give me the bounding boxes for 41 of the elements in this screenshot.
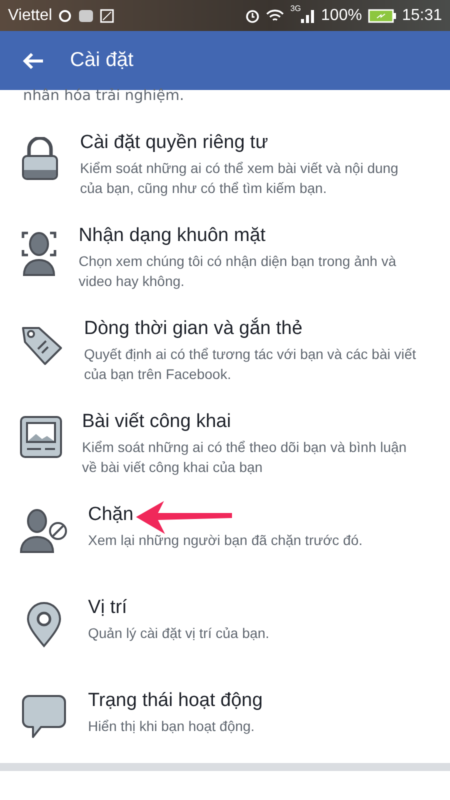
item-description: Chọn xem chúng tôi có nhận diện bạn trong ảnh và video hay không. [78, 252, 398, 291]
item-description: Quyết định ai có thể tương tác với bạn và các bài viết của bạn trên Facebook. [84, 345, 418, 384]
clock: 15:31 [402, 6, 442, 24]
description-text: nhân hóa trải nghiệm. [22, 87, 186, 105]
speech-bubble-icon [22, 695, 66, 739]
item-title: Nhận dạng khuôn mặt [78, 224, 266, 248]
item-description: Kiểm soát những ai có thể xem bài viết và nội dung của bạn, cũng như có thể tìm kiếm bạn. [80, 159, 400, 198]
alarm-icon [245, 8, 260, 23]
framed-picture-icon [20, 416, 62, 458]
item-title: Trạng thái hoạt động [88, 689, 263, 713]
settings-item[interactable]: Cài đặt quyền riêng tư Kiểm soát những ai có thể xem bài viết và nội dung của bạn, cũng như có thể tìm kiếm bạn. [0, 131, 450, 224]
item-title: Dòng thời gian và gắn thẻ [84, 317, 302, 341]
wifi-icon [266, 8, 284, 22]
settings-item[interactable]: Dòng thời gian và gắn thẻ Quyết định ai có thể tương tác với bạn và các bài viết của bạn trên Facebook. [0, 317, 450, 410]
location-pin-icon [26, 602, 62, 648]
settings-item[interactable]: Bài viết công khai Kiểm soát những ai có thể theo dõi bạn và bình luận về bài viết công khai của bạn [0, 410, 450, 503]
lock-icon [20, 137, 60, 181]
page-title: Cài đặt [70, 49, 134, 72]
chat-app-icon [78, 8, 94, 22]
item-title: Bài viết công khai [82, 410, 231, 434]
settings-item[interactable]: Chặn Xem lại những người bạn đã chặn trước đó. [0, 503, 450, 596]
settings-item[interactable]: Vị trí Quản lý cài đặt vị trí của bạn. [0, 596, 450, 689]
blocked-user-icon [20, 509, 68, 553]
battery-percent: 100% [321, 6, 362, 24]
item-title: Cài đặt quyền riêng tư [80, 131, 268, 155]
image-icon [100, 8, 114, 22]
item-description: Hiển thị khi bạn hoạt động. [88, 717, 256, 736]
battery-icon [368, 8, 396, 22]
face-scan-icon [21, 230, 58, 276]
item-title: Vị trí [88, 596, 128, 620]
item-description: Kiểm soát những ai có thể theo dõi bạn và bình luận về bài viết công khai của bạn [82, 438, 408, 477]
notification-icon [58, 8, 72, 22]
settings-item[interactable]: Nhận dạng khuôn mặt Chọn xem chúng tôi có nhận diện bạn trong ảnh và video hay không. [0, 224, 450, 317]
signal-icon [301, 8, 316, 22]
item-description: Quản lý cài đặt vị trí của bạn. [88, 624, 270, 643]
item-description: Xem lại những người bạn đã chặn trước đó. [88, 531, 363, 550]
back-button[interactable] [22, 52, 44, 70]
carrier-name: Viettel [8, 6, 52, 24]
network-type: 3G [290, 4, 302, 13]
item-title: Chặn [88, 503, 134, 527]
settings-item[interactable]: Trạng thái hoạt động Hiển thị khi bạn hoạt động. [0, 689, 450, 757]
